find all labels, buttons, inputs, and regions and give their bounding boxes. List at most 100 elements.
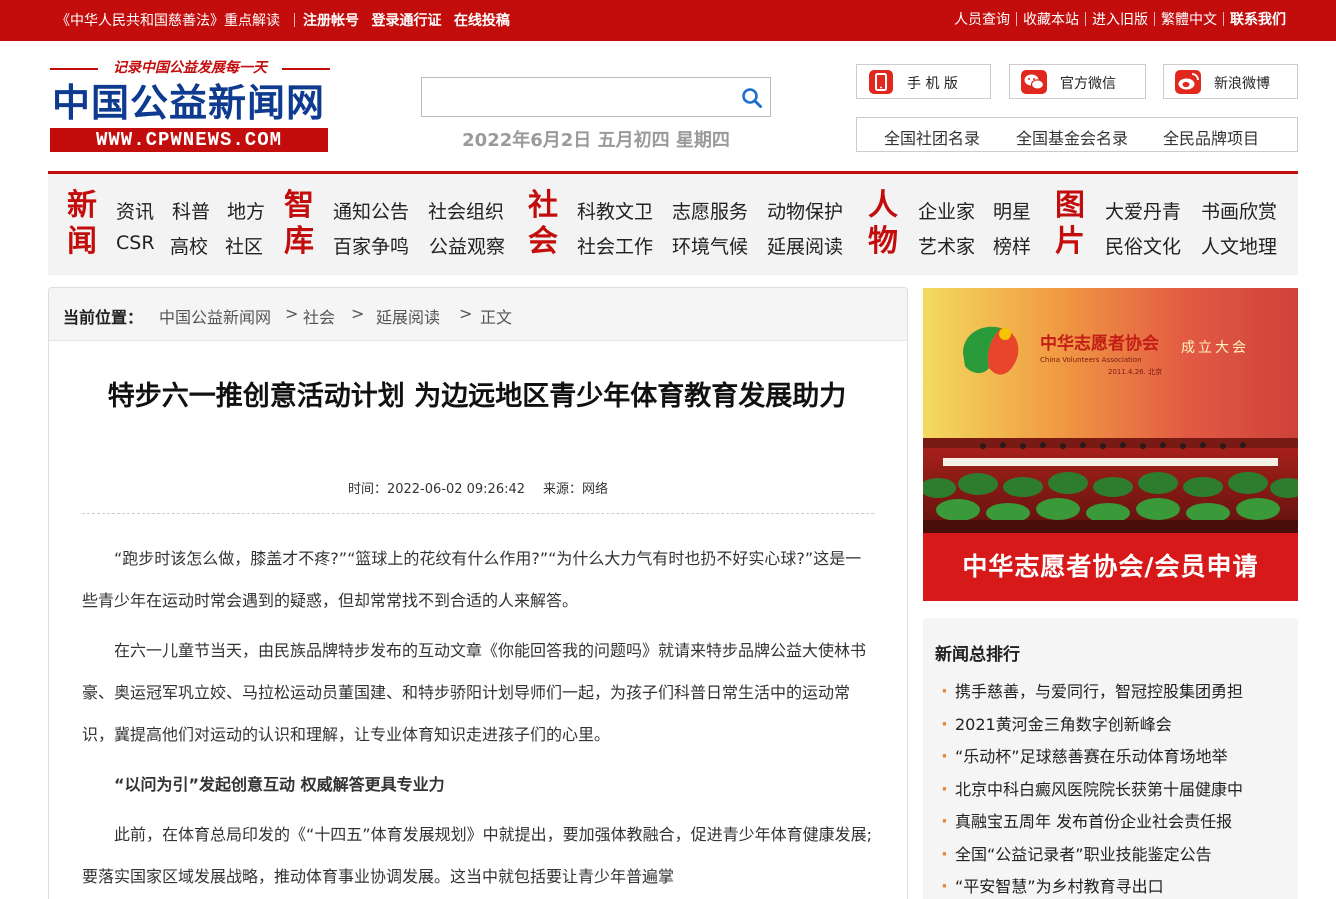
nav-link-community[interactable]: 社区: [225, 232, 263, 259]
article-meta: 时间：2022-06-02 09:26:42 来源：网络: [49, 478, 907, 497]
list-item[interactable]: “乐动杯”足球慈善赛在乐动体育场地举: [941, 741, 1291, 774]
news-ranking-panel: 新闻总排行 携手慈善，与爱同行，智冠控股集团勇担 2021黄河金三角数字创新峰会…: [923, 618, 1298, 899]
breadcrumb-separator: >: [285, 304, 299, 323]
bookmark-link[interactable]: 收藏本站: [1023, 12, 1079, 28]
nav-link-science[interactable]: 科普: [172, 197, 210, 224]
banner-photo: 中华志愿者协会 China Volunteers Association 成立大…: [923, 288, 1298, 533]
search-input[interactable]: [422, 78, 722, 116]
divider: [1154, 12, 1155, 26]
weibo-button[interactable]: 新浪微博: [1163, 64, 1298, 99]
weibo-icon: [1175, 70, 1201, 94]
nav-link-csr[interactable]: CSR: [116, 232, 155, 254]
nav-category-news[interactable]: 新闻: [62, 188, 102, 260]
logo-slogan: 记录中国公益发展每一天: [50, 58, 330, 78]
logo-name: 中国公益新闻网: [52, 80, 326, 125]
list-item[interactable]: 真融宝五周年 发布首份企业社会责任报: [941, 806, 1291, 839]
volunteer-association-banner[interactable]: 中华志愿者协会 China Volunteers Association 成立大…: [923, 288, 1298, 601]
nav-link-universities[interactable]: 高校: [170, 232, 208, 259]
mobile-icon: [869, 70, 893, 94]
main-nav: 新闻 资讯 科普 地方 CSR 高校 社区 智库 通知公告 社会组织 百家争鸣 …: [48, 171, 1298, 275]
staff-search-link[interactable]: 人员查询: [954, 12, 1010, 28]
nav-link-social-work[interactable]: 社会工作: [577, 232, 653, 259]
breadcrumb-current: 正文: [480, 308, 513, 327]
nav-link-role-models[interactable]: 榜样: [993, 232, 1031, 259]
list-item[interactable]: 2021黄河金三角数字创新峰会: [941, 709, 1291, 742]
nav-link-local[interactable]: 地方: [227, 197, 265, 224]
article-paragraph: 此前，在体育总局印发的《“十四五”体育发展规划》中就提出，要加强体教融合，促进青…: [82, 825, 872, 886]
submit-article-link[interactable]: 在线投稿: [454, 13, 510, 29]
article-paragraph: “跑步时该怎么做，膝盖才不疼?”“篮球上的花纹有什么作用?”“为什么大力气有时也…: [82, 549, 862, 610]
nav-link-social-orgs[interactable]: 社会组织: [428, 197, 504, 224]
breadcrumb-extended-reading[interactable]: 延展阅读: [376, 304, 440, 328]
nav-category-pictures[interactable]: 图片: [1050, 188, 1090, 260]
article-subheading: “以问为引”发起创意互动 权威解答更具专业力: [114, 775, 445, 794]
current-date: 2022年6月2日 五月初四 星期四: [462, 130, 730, 151]
nav-category-people[interactable]: 人物: [863, 188, 903, 260]
nav-link-debate[interactable]: 百家争鸣: [333, 232, 409, 259]
divider: [82, 513, 874, 514]
nav-category-society[interactable]: 社会: [523, 188, 563, 260]
directory-links: 全国社团名录 全国基金会名录 全民品牌项目: [856, 117, 1298, 152]
nav-link-folk-culture[interactable]: 民俗文化: [1105, 232, 1181, 259]
breadcrumb-home[interactable]: 中国公益新闻网: [159, 304, 271, 328]
breadcrumb-label: 当前位置：: [63, 308, 144, 327]
banner-logo-subtext: China Volunteers Association: [1040, 356, 1142, 364]
article-body: “跑步时该怎么做，膝盖才不疼?”“篮球上的花纹有什么作用?”“为什么大力气有时也…: [82, 538, 874, 899]
logo-url: WWW.CPWNEWS.COM: [50, 128, 328, 152]
foundations-directory-link[interactable]: 全国基金会名录: [1016, 125, 1128, 149]
list-item[interactable]: 携手慈善，与爱同行，智冠控股集团勇担: [941, 676, 1291, 709]
top-bar-left: 《中华人民共和国慈善法》重点解读 注册帐号 登录通行证 在线投稿: [56, 10, 518, 30]
divider: [1016, 12, 1017, 26]
nav-link-environment[interactable]: 环境气候: [672, 232, 748, 259]
social-groups-directory-link[interactable]: 全国社团名录: [884, 125, 980, 149]
divider: [1085, 12, 1086, 26]
nav-link-painting[interactable]: 大爱丹青: [1105, 197, 1181, 224]
nav-link-entrepreneurs[interactable]: 企业家: [918, 197, 975, 224]
list-item[interactable]: “平安智慧”为乡村教育寻出口: [941, 871, 1291, 899]
divider: [294, 13, 295, 27]
login-link[interactable]: 登录通行证: [371, 13, 441, 29]
article-source: 来源：网络: [543, 482, 609, 497]
wechat-button[interactable]: 官方微信: [1009, 64, 1146, 99]
breadcrumb-society[interactable]: 社会: [303, 304, 335, 328]
nav-link-geography[interactable]: 人文地理: [1201, 232, 1277, 259]
old-version-link[interactable]: 进入旧版: [1092, 12, 1148, 28]
register-link[interactable]: 注册帐号: [303, 13, 359, 29]
search-box: [421, 77, 771, 117]
divider: [1223, 12, 1224, 26]
nav-category-think-tank[interactable]: 智库: [279, 188, 319, 260]
nav-link-notices[interactable]: 通知公告: [333, 197, 409, 224]
wechat-label: 官方微信: [1060, 76, 1116, 92]
search-button[interactable]: [740, 86, 764, 110]
mobile-version-button[interactable]: 手 机 版: [856, 64, 991, 99]
nav-link-calligraphy[interactable]: 书画欣赏: [1201, 197, 1277, 224]
nav-link-education-health[interactable]: 科教文卫: [577, 197, 653, 224]
banner-date-text: 2011.4.26. 北京: [1108, 367, 1162, 376]
nav-link-news-info[interactable]: 资讯: [116, 197, 154, 224]
weibo-label: 新浪微博: [1214, 76, 1270, 92]
charity-law-link[interactable]: 《中华人民共和国慈善法》重点解读: [56, 13, 280, 29]
site-logo[interactable]: 记录中国公益发展每一天 中国公益新闻网 WWW.CPWNEWS.COM: [50, 58, 330, 154]
nav-link-volunteer[interactable]: 志愿服务: [672, 197, 748, 224]
banner-logo-text: 中华志愿者协会: [1040, 333, 1159, 354]
mobile-version-label: 手 机 版: [907, 76, 958, 92]
nav-link-animal-protection[interactable]: 动物保护: [767, 197, 843, 224]
list-item[interactable]: 全国“公益记录者”职业技能鉴定公告: [941, 839, 1291, 872]
contact-us-link[interactable]: 联系我们: [1230, 12, 1286, 28]
breadcrumb-separator: >: [351, 304, 365, 323]
nav-link-extended-reading[interactable]: 延展阅读: [767, 232, 843, 259]
nav-link-observation[interactable]: 公益观察: [429, 232, 505, 259]
news-ranking-title: 新闻总排行: [935, 645, 1020, 665]
top-bar: 《中华人民共和国慈善法》重点解读 注册帐号 登录通行证 在线投稿 人员查询 收藏本站…: [0, 0, 1336, 41]
top-bar-right: 人员查询 收藏本站 进入旧版 繁體中文 联系我们: [954, 9, 1286, 29]
article-time: 时间：2022-06-02 09:26:42: [347, 482, 526, 497]
banner-caption: 中华志愿者协会/会员申请: [923, 533, 1298, 601]
brand-projects-link[interactable]: 全民品牌项目: [1163, 125, 1259, 149]
wechat-icon: [1021, 70, 1047, 94]
news-ranking-list: 携手慈善，与爱同行，智冠控股集团勇担 2021黄河金三角数字创新峰会 “乐动杯”…: [941, 676, 1291, 899]
list-item[interactable]: 北京中科白癜风医院院长获第十届健康中: [941, 774, 1291, 807]
article-panel: 当前位置： 中国公益新闻网 > 社会 > 延展阅读 > 正文 特步六一推创意活动…: [48, 287, 908, 899]
nav-link-stars[interactable]: 明星: [993, 197, 1031, 224]
nav-link-artists[interactable]: 艺术家: [918, 232, 975, 259]
traditional-chinese-link[interactable]: 繁體中文: [1161, 12, 1217, 28]
